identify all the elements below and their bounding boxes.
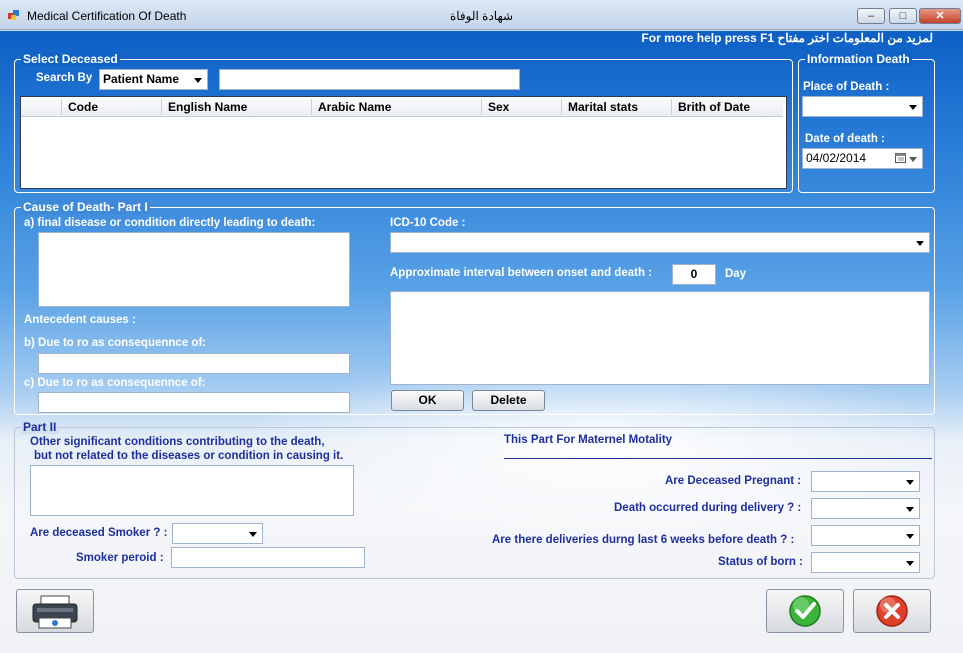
- smoker-period-input[interactable]: [171, 547, 365, 568]
- col-marital-stats[interactable]: Marital stats: [568, 100, 638, 114]
- place-of-death-select[interactable]: [802, 96, 923, 117]
- chevron-down-icon: [909, 104, 917, 110]
- help-text: For more help press F1 لمزيد من المعلوما…: [641, 31, 933, 45]
- cause-a-textarea[interactable]: [38, 232, 350, 307]
- form-client-area: For more help press F1 لمزيد من المعلوما…: [0, 31, 963, 653]
- status-of-born-label: Status of born :: [718, 556, 803, 568]
- main-window: Medical Certification Of Death شهادة الو…: [0, 0, 963, 653]
- other-conditions-label-line2: but not related to the diseases or condi…: [34, 450, 344, 462]
- search-by-label: Search By: [36, 72, 93, 84]
- col-code[interactable]: Code: [68, 100, 98, 114]
- interval-unit-label: Day: [725, 268, 747, 280]
- delivery-death-select[interactable]: [811, 498, 920, 519]
- maternal-divider: [504, 458, 932, 459]
- chevron-down-icon: [909, 156, 917, 162]
- cause-b-label: b) Due to ro as consequennce of:: [24, 337, 207, 349]
- deceased-grid-header: Code English Name Arabic Name Sex Marita…: [21, 97, 783, 117]
- cancel-button[interactable]: [853, 589, 931, 633]
- cancel-x-icon: [876, 595, 908, 627]
- pregnant-select[interactable]: [811, 471, 920, 492]
- printer-icon: [32, 595, 78, 629]
- window-title-arabic: شهادة الوفاة: [449, 9, 514, 23]
- maximize-button[interactable]: □: [889, 8, 917, 24]
- status-of-born-select[interactable]: [811, 552, 920, 573]
- chevron-down-icon: [906, 533, 914, 539]
- col-english-name[interactable]: English Name: [168, 100, 247, 114]
- chevron-down-icon: [194, 77, 202, 83]
- date-of-death-value: 04/02/2014: [806, 151, 867, 165]
- place-of-death-label: Place of Death :: [803, 81, 890, 93]
- other-conditions-textarea[interactable]: [30, 465, 354, 516]
- interval-textarea[interactable]: [390, 291, 930, 385]
- cause-b-input[interactable]: [38, 353, 350, 374]
- chevron-down-icon: [906, 479, 914, 485]
- col-sex[interactable]: Sex: [488, 100, 509, 114]
- chevron-down-icon: [916, 240, 924, 246]
- antecedent-causes-label: Antecedent causes :: [24, 314, 136, 326]
- pregnant-label: Are Deceased Pregnant :: [665, 475, 802, 487]
- recent-deliveries-select[interactable]: [811, 525, 920, 546]
- date-of-death-picker[interactable]: 04/02/2014: [802, 148, 923, 169]
- cause-a-label: a) final disease or condition directly l…: [24, 217, 316, 229]
- search-by-select[interactable]: Patient Name: [99, 69, 208, 90]
- delete-button[interactable]: Delete: [472, 390, 545, 411]
- chevron-down-icon: [906, 506, 914, 512]
- date-of-death-label: Date of death :: [805, 133, 885, 145]
- smoker-select[interactable]: [172, 523, 263, 544]
- cause-c-label: c) Due to ro as consequennce of:: [24, 377, 206, 389]
- close-button[interactable]: ✕: [919, 8, 961, 24]
- minimize-button[interactable]: ‒: [857, 8, 885, 24]
- information-death-group: Information Death: [798, 52, 935, 193]
- icd10-code-select[interactable]: [390, 232, 930, 253]
- select-deceased-legend: Select Deceased: [21, 52, 120, 66]
- smoker-period-label: Smoker peroid :: [76, 552, 164, 564]
- delivery-death-label: Death occurred during delivery ? :: [614, 502, 802, 514]
- ok-button[interactable]: OK: [391, 390, 464, 411]
- information-death-legend: Information Death: [805, 52, 912, 66]
- check-icon: [789, 595, 821, 627]
- smoker-label: Are deceased Smoker ? :: [30, 527, 168, 539]
- maternal-part-title: This Part For Maternel Motality: [504, 434, 673, 446]
- chevron-down-icon: [906, 560, 914, 566]
- title-bar: Medical Certification Of Death شهادة الو…: [0, 0, 963, 30]
- col-birth-of-date[interactable]: Brith of Date: [678, 100, 750, 114]
- col-arabic-name[interactable]: Arabic Name: [318, 100, 391, 114]
- print-button[interactable]: [16, 589, 94, 633]
- search-input[interactable]: [219, 69, 520, 90]
- icd10-code-label: ICD-10 Code :: [390, 217, 466, 229]
- save-button[interactable]: [766, 589, 844, 633]
- interval-input[interactable]: 0: [672, 264, 716, 285]
- interval-label: Approximate interval between onset and d…: [390, 267, 652, 279]
- recent-deliveries-label: Are there deliveries durng last 6 weeks …: [492, 534, 795, 546]
- calendar-icon[interactable]: [895, 152, 906, 163]
- search-by-value: Patient Name: [103, 72, 180, 86]
- cause-part1-legend: Cause of Death- Part I: [21, 200, 150, 214]
- other-conditions-label-line1: Other significant conditions contributin…: [30, 436, 325, 448]
- part2-legend: Part II: [21, 420, 59, 434]
- chevron-down-icon: [249, 531, 257, 537]
- cause-c-input[interactable]: [38, 392, 350, 413]
